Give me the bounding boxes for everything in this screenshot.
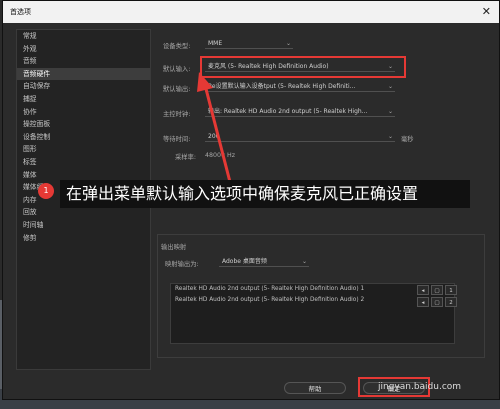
instruction-callout: 在弹出菜单默认输入选项中确保麦克风已正确设置 bbox=[60, 180, 470, 208]
step-badge: 1 bbox=[38, 183, 54, 199]
watermark-text: jingyan.baidu.com bbox=[378, 382, 462, 392]
